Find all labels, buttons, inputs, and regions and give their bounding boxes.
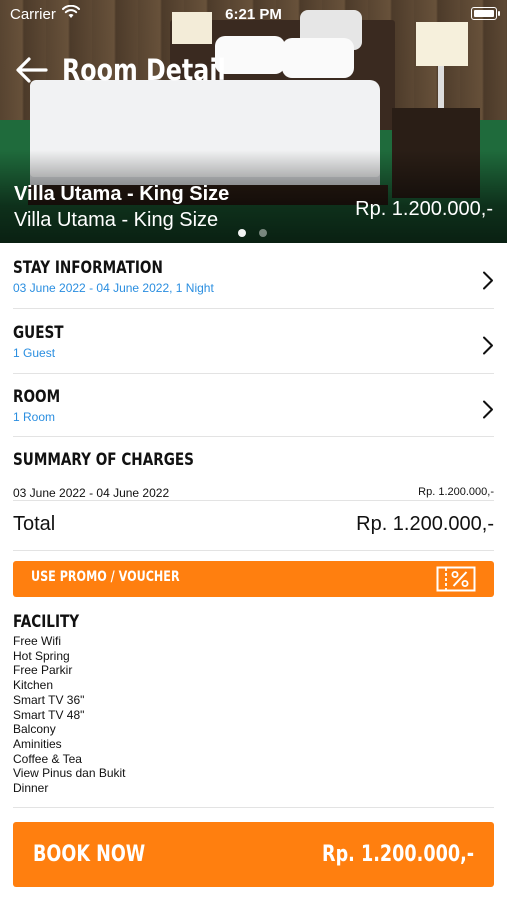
facility-item: View Pinus dan Bukit xyxy=(13,766,126,781)
total-value: Rp. 1.200.000,- xyxy=(356,513,494,535)
book-now-button[interactable]: BOOK NOW Rp. 1.200.000,- xyxy=(13,822,494,887)
room-photo-carousel[interactable]: Carrier 6:21 PM Room Detail Villa Utama … xyxy=(0,0,507,243)
voucher-percent-icon xyxy=(436,566,476,597)
facility-item: Kitchen xyxy=(13,678,54,693)
total-label: Total xyxy=(13,513,56,535)
facility-item: Free Parkir xyxy=(13,663,73,678)
arrow-left-icon[interactable] xyxy=(14,52,50,88)
battery-icon xyxy=(471,7,500,20)
guest-row[interactable]: GUEST 1 Guest xyxy=(13,323,494,374)
carousel-dot[interactable] xyxy=(259,229,267,237)
chevron-right-icon xyxy=(482,399,494,424)
facility-item: Dinner xyxy=(13,781,49,796)
room-photo-pillow xyxy=(282,38,354,78)
facility-item: Smart TV 36" xyxy=(13,692,85,707)
use-promo-label: USE PROMO / VOUCHER xyxy=(31,569,180,585)
facility-list: Free Wifi Hot Spring Free Parkir Kitchen… xyxy=(13,634,494,796)
room-subtitle: Villa Utama - King Size xyxy=(14,209,219,231)
carousel-dot-active[interactable] xyxy=(238,229,246,237)
facility-title: FACILITY xyxy=(13,612,80,632)
stay-information-value: 03 June 2022 - 04 June 2022, 1 Night xyxy=(13,281,214,295)
room-value: 1 Room xyxy=(13,410,56,424)
facility-item: Coffee & Tea xyxy=(13,751,82,766)
facility-item: Balcony xyxy=(13,722,56,737)
room-row[interactable]: ROOM 1 Room xyxy=(13,387,494,437)
facility-section: FACILITY Free Wifi Hot Spring Free Parki… xyxy=(13,612,494,808)
summary-amount: Rp. 1.200.000,- xyxy=(418,486,494,498)
facility-item: Free Wifi xyxy=(13,634,61,648)
book-now-label: BOOK NOW xyxy=(33,842,146,867)
facility-item: Hot Spring xyxy=(13,648,70,663)
summary-of-charges: SUMMARY OF CHARGES 03 June 2022 - 04 Jun… xyxy=(13,450,494,501)
carousel-page-indicator[interactable] xyxy=(238,229,267,237)
status-bar: Carrier 6:21 PM xyxy=(0,0,507,28)
summary-title: SUMMARY OF CHARGES xyxy=(13,450,194,470)
book-now-price: Rp. 1.200.000,- xyxy=(321,842,474,867)
chevron-right-icon xyxy=(482,271,494,296)
nav-bar: Room Detail xyxy=(14,50,262,90)
clock: 6:21 PM xyxy=(225,6,282,23)
room-title: ROOM xyxy=(13,387,61,407)
room-price: Rp. 1.200.000,- xyxy=(355,198,493,220)
facility-item: Smart TV 48" xyxy=(13,707,85,722)
use-promo-button[interactable]: USE PROMO / VOUCHER xyxy=(13,561,494,597)
facility-item: Aminities xyxy=(13,736,62,751)
room-name: Villa Utama - King Size xyxy=(14,183,230,205)
guest-value: 1 Guest xyxy=(13,346,56,360)
stay-information-title: STAY INFORMATION xyxy=(13,258,163,278)
stay-information-row[interactable]: STAY INFORMATION 03 June 2022 - 04 June … xyxy=(13,258,494,309)
total-row: Total Rp. 1.200.000,- xyxy=(13,501,494,551)
summary-dates: 03 June 2022 - 04 June 2022 xyxy=(13,486,170,500)
page-title: Room Detail xyxy=(62,53,226,87)
chevron-right-icon xyxy=(482,336,494,361)
room-photo-lamp-right xyxy=(416,22,468,66)
guest-title: GUEST xyxy=(13,323,64,343)
